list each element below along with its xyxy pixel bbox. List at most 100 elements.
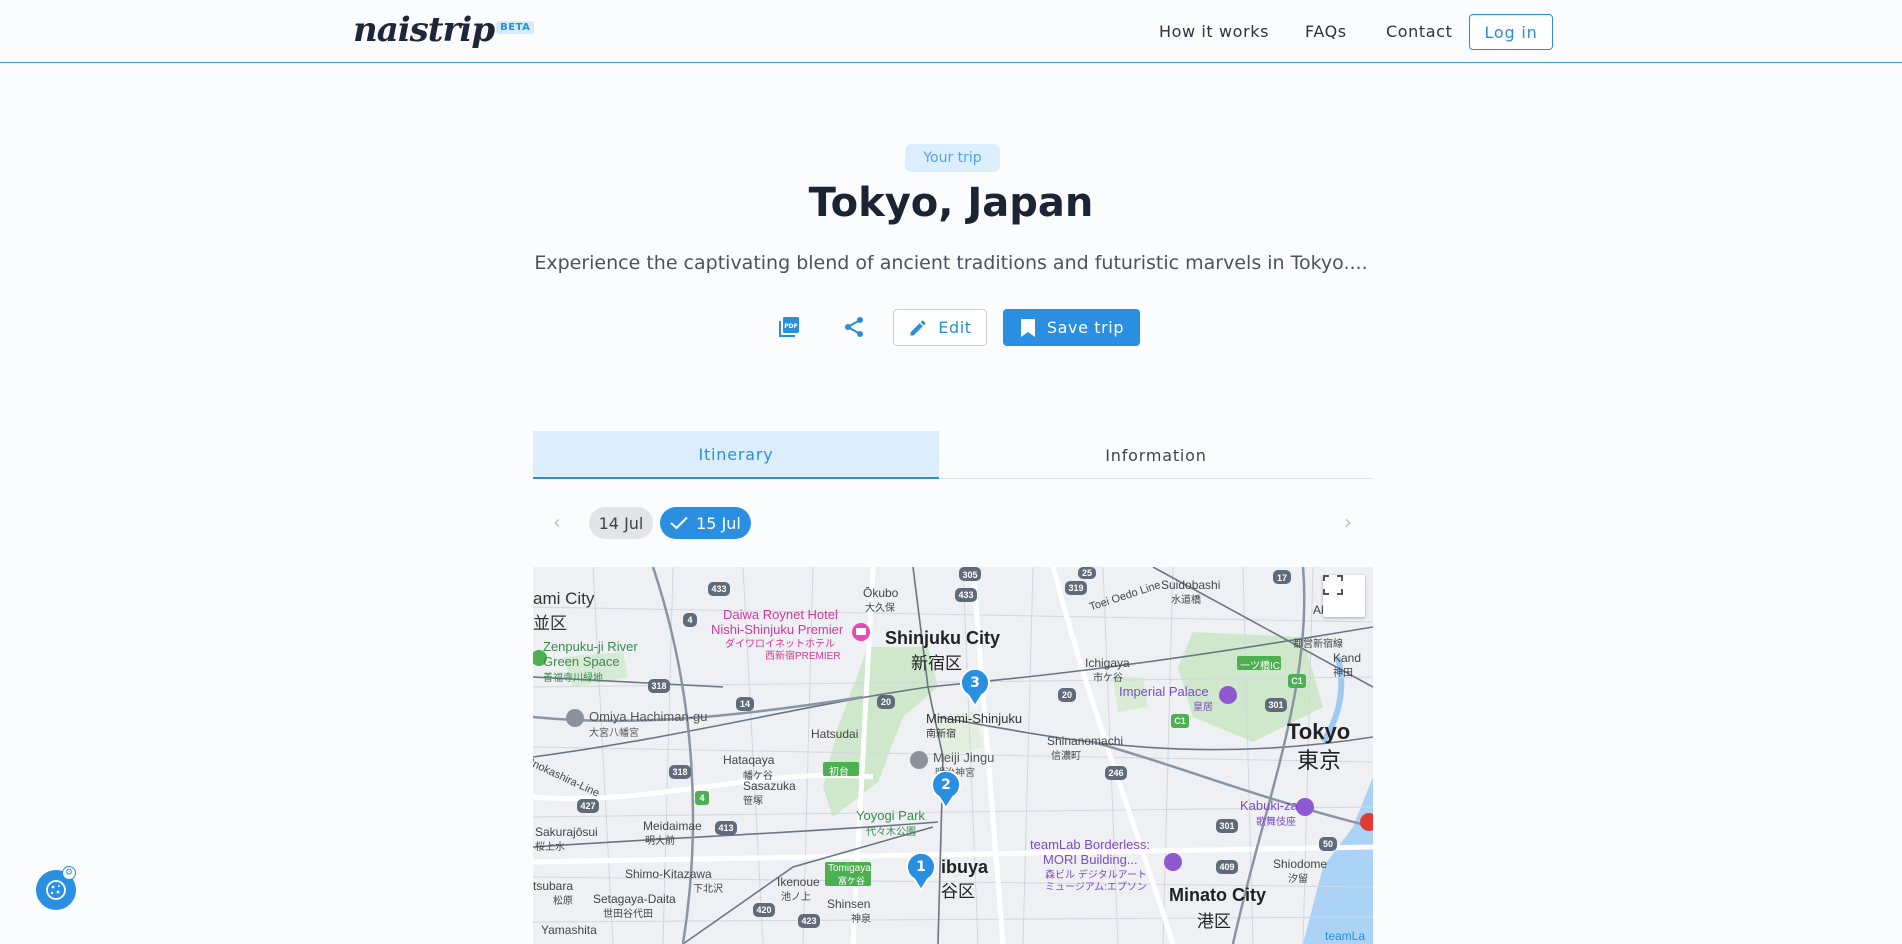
day-chip-15-jul[interactable]: 15 Jul xyxy=(660,507,751,539)
map-label: 笹塚 xyxy=(743,796,763,807)
map-label: Meidaimae xyxy=(643,819,702,833)
tab-information[interactable]: Information xyxy=(939,431,1373,479)
map-label: Omiya Hachiman-gu xyxy=(589,709,708,724)
map-label: 皇居 xyxy=(1193,702,1213,713)
trip-tabs: Itinerary Information xyxy=(533,431,1373,479)
marker-number: 1 xyxy=(916,859,926,875)
pdf-icon: PDF xyxy=(779,317,799,337)
svg-text:25: 25 xyxy=(1082,568,1092,578)
cookie-icon xyxy=(46,880,66,900)
marker-number: 2 xyxy=(941,777,951,793)
svg-text:4: 4 xyxy=(687,615,692,625)
tab-itinerary[interactable]: Itinerary xyxy=(533,431,939,479)
map-label: Hataqaya xyxy=(723,753,775,767)
svg-text:246: 246 xyxy=(1108,768,1123,778)
map-label: 神泉 xyxy=(851,914,871,925)
map-label: 神田 xyxy=(1333,668,1353,679)
map-label: 下北沢 xyxy=(693,884,723,895)
map-label: 新宿区 xyxy=(911,654,962,673)
map-label: Shiodome xyxy=(1273,857,1328,871)
svg-text:318: 318 xyxy=(672,767,687,777)
map-label: Sasazuka xyxy=(743,779,796,793)
edit-label: Edit xyxy=(938,318,972,337)
map-label: Daiwa Roynet Hotel xyxy=(723,607,838,622)
map-label: 明大前 xyxy=(645,836,675,847)
map-label: Shinsen xyxy=(827,897,871,911)
share-button[interactable] xyxy=(836,309,872,345)
nav-contact[interactable]: Contact xyxy=(1386,22,1452,41)
itinerary-marker-1[interactable]: 1 xyxy=(906,853,936,891)
svg-text:14: 14 xyxy=(740,699,750,709)
map-label: tsubara xyxy=(533,879,574,893)
map-label: 大久保 xyxy=(865,603,895,614)
map-label: 富ケ谷 xyxy=(838,876,866,886)
map-label: Ikenoue xyxy=(777,875,820,889)
map-label: 世田谷代田 xyxy=(603,909,653,920)
map-label: Shimo-Kitazawa xyxy=(625,867,712,881)
trip-map[interactable]: 305 433 25 319 17 433 4 318 14 20 20 318… xyxy=(533,567,1373,944)
map-label: Kabuki-za xyxy=(1240,798,1298,813)
marker-number: 3 xyxy=(970,675,980,691)
map-label: 水道橋 xyxy=(1171,595,1201,606)
trip-description: Experience the captivating blend of anci… xyxy=(534,252,1368,274)
svg-text:420: 420 xyxy=(756,905,771,915)
svg-text:4: 4 xyxy=(699,793,704,803)
svg-text:C1: C1 xyxy=(1174,716,1186,726)
svg-text:318: 318 xyxy=(651,681,666,691)
svg-text:301: 301 xyxy=(1268,700,1283,710)
map-label: Yoyogi Park xyxy=(856,808,925,823)
map-label: Zenpuku-ji River xyxy=(543,639,638,654)
map-label: 桜上水 xyxy=(535,842,565,853)
map-label: 善福寺川緑地 xyxy=(543,673,603,684)
map-label: Sakurajōsui xyxy=(535,825,598,839)
fullscreen-icon xyxy=(1323,575,1343,595)
svg-text:413: 413 xyxy=(718,823,733,833)
itinerary-marker-3[interactable]: 3 xyxy=(960,669,990,707)
itinerary-marker-2[interactable]: 2 xyxy=(931,771,961,809)
logo-wordmark: naistrip xyxy=(353,10,495,50)
map-label: Meiji Jingu xyxy=(933,750,995,765)
map-label: 信濃町 xyxy=(1051,751,1081,762)
map-label: Yamashita xyxy=(541,923,597,937)
nav-faqs[interactable]: FAQs xyxy=(1305,22,1347,41)
pdf-download-button[interactable]: PDF xyxy=(771,309,807,345)
your-trip-badge: Your trip xyxy=(905,144,1000,172)
map-label: 松原 xyxy=(553,896,573,907)
map-label: 一ツ橋IC xyxy=(1240,661,1280,672)
map-label: Green Space xyxy=(543,654,620,669)
svg-text:PDF: PDF xyxy=(784,323,797,330)
map-label: ibuya xyxy=(941,857,989,877)
gear-icon: ⚙ xyxy=(62,866,76,880)
svg-text:50: 50 xyxy=(1323,839,1333,849)
top-nav-bar: naistrip BETA How it works FAQs Contact … xyxy=(0,0,1902,63)
map-label: Shinjuku City xyxy=(885,628,1001,648)
beta-badge: BETA xyxy=(496,21,535,34)
naistrip-logo[interactable]: naistrip BETA xyxy=(353,10,535,50)
map-fullscreen-button[interactable] xyxy=(1323,575,1365,617)
map-label: Ōkubo xyxy=(863,586,899,600)
map-label: Tomigaya xyxy=(828,863,871,874)
svg-text:305: 305 xyxy=(962,570,977,580)
map-label: 歌舞伎座 xyxy=(1256,817,1296,828)
save-trip-label: Save trip xyxy=(1046,318,1125,337)
login-button[interactable]: Log in xyxy=(1469,14,1553,50)
map-label: ami City xyxy=(533,589,595,608)
svg-text:427: 427 xyxy=(580,801,595,811)
chevron-right-icon[interactable]: › xyxy=(1338,510,1358,534)
map-label: MORI Building... xyxy=(1043,852,1138,867)
chevron-left-icon[interactable]: ‹ xyxy=(547,510,567,534)
save-trip-button[interactable]: Save trip xyxy=(1003,309,1140,346)
nav-how-it-works[interactable]: How it works xyxy=(1159,22,1269,41)
map-label: Imperial Palace xyxy=(1119,684,1209,699)
svg-text:20: 20 xyxy=(1062,690,1072,700)
map-label: Ichigaya xyxy=(1085,656,1130,670)
day-chip-14-jul[interactable]: 14 Jul xyxy=(589,507,653,539)
check-icon xyxy=(670,516,688,530)
svg-text:301: 301 xyxy=(1219,821,1234,831)
map-label: 東京 xyxy=(1297,748,1342,773)
map-label: Minato City xyxy=(1169,885,1266,905)
map-label: 並区 xyxy=(533,614,567,633)
svg-text:17: 17 xyxy=(1277,573,1287,583)
edit-button[interactable]: Edit xyxy=(893,309,987,346)
share-icon xyxy=(845,317,863,337)
